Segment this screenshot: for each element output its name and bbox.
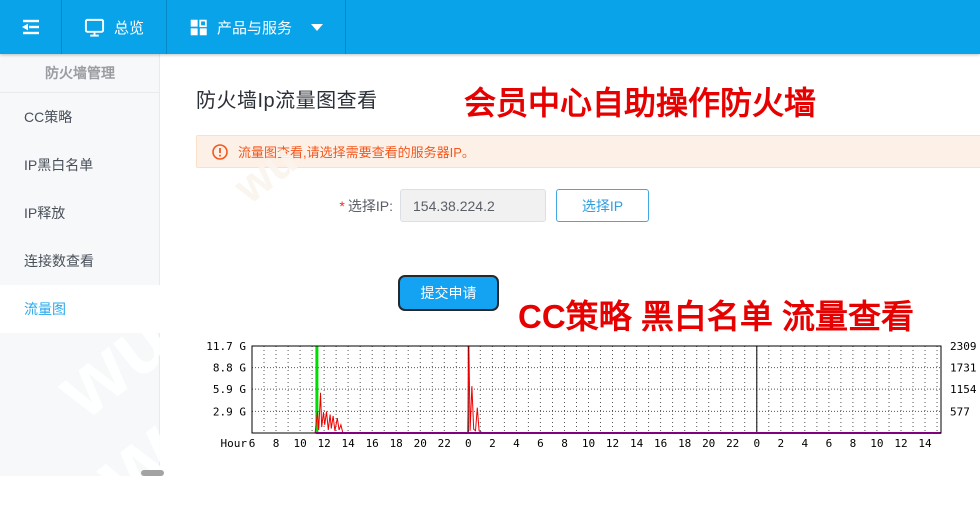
sidebar-collapse-button[interactable] [0, 0, 62, 54]
svg-text:6: 6 [826, 437, 833, 450]
svg-text:18: 18 [390, 437, 403, 450]
sidebar-item-cc-policy[interactable]: CC策略 [0, 93, 159, 141]
nav-item-overview[interactable]: 总览 [62, 0, 168, 54]
sidebar-section-title: 防火墙管理 [0, 54, 159, 93]
svg-text:0: 0 [465, 437, 472, 450]
svg-text:4: 4 [801, 437, 808, 450]
svg-text:2.9 G: 2.9 G [213, 405, 246, 418]
apps-grid-icon [190, 19, 207, 35]
traffic-graph-svg: 11.7 G 8.8 G 5.9 G 2.9 G 2309 1731 1154 577 Hour… [206, 340, 977, 450]
svg-text:6: 6 [537, 437, 544, 450]
svg-text:2309: 2309 [950, 340, 977, 353]
sidebar-item-traffic-graph[interactable]: 流量图 [0, 285, 160, 333]
svg-text:20: 20 [702, 437, 715, 450]
svg-text:1731: 1731 [950, 362, 977, 375]
nav-item-products-label: 产品与服务 [217, 19, 293, 37]
warning-icon [212, 143, 228, 160]
ip-label-text: 选择IP: [347, 198, 393, 214]
ip-field-label: * 选择IP: [281, 196, 393, 216]
top-navigation-bar: 总览 产品与服务 [0, 0, 980, 54]
annotation-member-center: 会员中心自助操作防火墙 [464, 85, 817, 121]
svg-text:12: 12 [894, 437, 907, 450]
svg-text:12: 12 [317, 437, 330, 450]
svg-text:16: 16 [366, 437, 379, 450]
alert-text: 流量图查看,请选择需要查看的服务器IP。 [238, 145, 475, 160]
nav-item-overview-label: 总览 [114, 19, 145, 37]
svg-text:10: 10 [870, 437, 883, 450]
x-axis-labels: Hour 6 8 10 12 14 16 18 20 22 0 2 4 6 8 10 12 14 16 18 20 22 0… [221, 437, 932, 450]
sidebar-menu: CC策略 IP黑白名单 IP释放 连接数查看 流量图 [0, 93, 160, 333]
svg-text:8.8 G: 8.8 G [213, 362, 246, 375]
svg-text:Hour: Hour [221, 437, 248, 450]
main-content: 防火墙Ip流量图查看 会员中心自助操作防火墙 流量图查看,请选择需要查看的服务器… [161, 54, 980, 476]
monitor-icon [84, 18, 105, 37]
submit-request-button[interactable]: 提交申请 [398, 275, 499, 311]
select-ip-button[interactable]: 选择IP [556, 189, 649, 222]
svg-text:18: 18 [678, 437, 691, 450]
page-title: 防火墙Ip流量图查看 [196, 90, 378, 112]
svg-text:22: 22 [438, 437, 451, 450]
sidebar: 防火墙管理 CC策略 IP黑白名单 IP释放 连接数查看 流量图 [0, 54, 160, 476]
y-axis-left-labels: 11.7 G 8.8 G 5.9 G 2.9 G [206, 340, 246, 418]
y-axis-right-labels: 2309 1731 1154 577 [950, 340, 977, 418]
svg-text:5.9 G: 5.9 G [213, 383, 246, 396]
svg-text:14: 14 [630, 437, 644, 450]
sidebar-item-ip-release[interactable]: IP释放 [0, 189, 159, 237]
svg-text:8: 8 [850, 437, 857, 450]
sidebar-item-connections-view[interactable]: 连接数查看 [0, 237, 159, 285]
svg-text:8: 8 [273, 437, 280, 450]
svg-text:12: 12 [606, 437, 619, 450]
svg-text:577: 577 [950, 405, 970, 418]
nav-item-products[interactable]: 产品与服务 [167, 0, 347, 54]
sidebar-item-ip-blacklist[interactable]: IP黑白名单 [0, 141, 159, 189]
info-alert: 流量图查看,请选择需要查看的服务器IP。 [196, 135, 980, 168]
svg-text:16: 16 [654, 437, 667, 450]
traffic-graph: 11.7 G 8.8 G 5.9 G 2.9 G 2309 1731 1154 577 Hour… [186, 339, 980, 457]
svg-text:2: 2 [777, 437, 784, 450]
chevron-down-icon [311, 23, 324, 31]
svg-text:20: 20 [414, 437, 427, 450]
menu-collapse-icon [21, 19, 39, 35]
svg-text:4: 4 [513, 437, 520, 450]
svg-text:2: 2 [489, 437, 496, 450]
svg-text:8: 8 [561, 437, 568, 450]
svg-text:11.7 G: 11.7 G [206, 340, 246, 353]
annotation-features: CC策略 黑白名单 流量查看 [518, 298, 914, 335]
svg-text:10: 10 [293, 437, 306, 450]
svg-text:14: 14 [341, 437, 355, 450]
svg-text:14: 14 [918, 437, 932, 450]
svg-text:22: 22 [726, 437, 739, 450]
svg-text:10: 10 [582, 437, 595, 450]
scrollbar-thumb[interactable] [141, 470, 164, 476]
required-asterisk: * [339, 198, 345, 214]
svg-text:1154: 1154 [950, 383, 977, 396]
svg-text:0: 0 [753, 437, 760, 450]
svg-text:6: 6 [249, 437, 256, 450]
ip-input[interactable] [400, 189, 546, 222]
